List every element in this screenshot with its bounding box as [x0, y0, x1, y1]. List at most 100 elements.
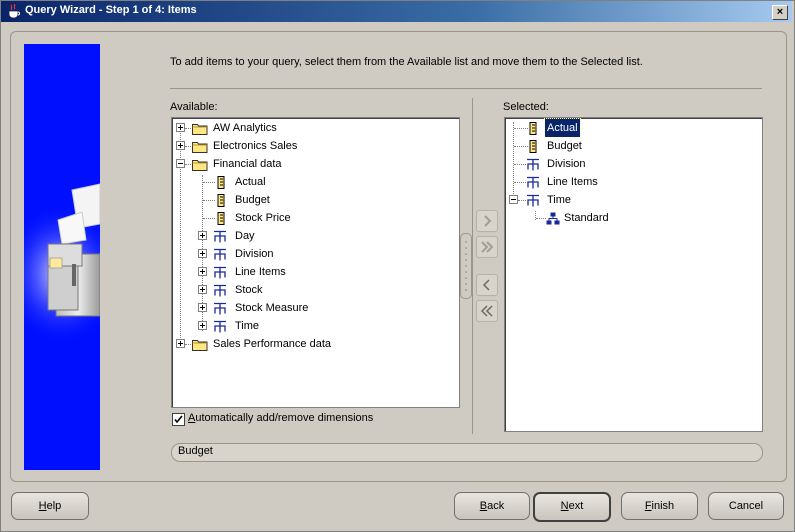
description-text: Budget	[178, 445, 213, 457]
tree-item-label: Actual	[235, 176, 266, 188]
expand-icon[interactable]	[176, 339, 185, 348]
java-cup-icon	[8, 4, 20, 19]
expand-icon[interactable]	[198, 321, 207, 330]
measure-icon	[529, 122, 537, 135]
expand-icon[interactable]	[198, 231, 207, 240]
tree-item-label: Line Items	[235, 266, 286, 278]
tree-item-sales-performance-data[interactable]: Sales Performance data	[172, 335, 457, 353]
tree-item-stock[interactable]: Stock	[172, 281, 457, 299]
selected-tree[interactable]: Actual Budget Division Line Items Time S…	[504, 117, 763, 432]
tree-item-label: Stock Measure	[235, 302, 309, 314]
window-title: Query Wizard - Step 1 of 4: Items	[25, 4, 197, 16]
pane-divider	[472, 98, 473, 434]
auto-dimensions-label: Automatically add/remove dimensions	[188, 412, 373, 424]
tree-item-stock-measure[interactable]: Stock Measure	[172, 299, 457, 317]
label-rest: utomatically add/remove dimensions	[195, 412, 374, 424]
selected-item-time[interactable]: Time	[505, 191, 760, 209]
move-right-button[interactable]	[476, 210, 498, 232]
tree-item-day[interactable]: Day	[172, 227, 457, 245]
selected-item-division[interactable]: Division	[505, 155, 760, 173]
tree-item-label: Stock	[235, 284, 263, 296]
selected-item-standard[interactable]: Standard	[505, 209, 760, 227]
splitter-handle[interactable]	[460, 233, 472, 299]
checkmark-icon	[174, 415, 183, 424]
next-button[interactable]: Next	[533, 492, 611, 522]
move-left-icon	[482, 279, 490, 291]
open-folder-icon	[192, 160, 208, 171]
tree-item-label: Financial data	[213, 158, 282, 170]
grip-dots-icon	[465, 241, 467, 291]
expand-icon[interactable]	[176, 141, 185, 150]
tree-item-actual[interactable]: Actual	[172, 173, 457, 191]
tree-item-budget[interactable]: Budget	[172, 191, 457, 209]
intro-instructions: To add items to your query, select them …	[170, 56, 643, 68]
available-label: Available:	[170, 101, 218, 113]
tree-item-aw-analytics[interactable]: AW Analytics	[172, 119, 457, 137]
tree-item-financial-data[interactable]: Financial data	[172, 155, 457, 173]
expand-icon[interactable]	[198, 303, 207, 312]
tree-item-line-items[interactable]: Line Items	[172, 263, 457, 281]
collapse-icon[interactable]	[176, 159, 185, 168]
move-all-left-icon	[480, 305, 493, 317]
move-all-left-button[interactable]	[476, 300, 498, 322]
expand-icon[interactable]	[198, 285, 207, 294]
selected-item-line-items[interactable]: Line Items	[505, 173, 760, 191]
tree-item-label: Time	[547, 194, 572, 206]
back-button[interactable]: Back	[454, 492, 530, 520]
tree-item-label: Standard	[564, 212, 609, 224]
button-label: ack	[487, 500, 505, 512]
move-all-right-button[interactable]	[476, 236, 498, 258]
tree-item-label: Division	[547, 158, 586, 170]
checkbox-box[interactable]	[172, 413, 185, 426]
file-cabinet-illustration	[24, 183, 100, 344]
hierarchy-icon	[546, 212, 560, 225]
tree-item-label: Time	[235, 320, 260, 332]
close-button[interactable]: ×	[772, 5, 788, 20]
tree-item-division[interactable]: Division	[172, 245, 457, 263]
available-tree[interactable]: AW Analytics Electronics Sales Financial…	[171, 117, 460, 408]
measure-icon	[217, 176, 225, 189]
mnemonic-letter: F	[644, 500, 652, 512]
selected-label: Selected:	[503, 101, 549, 113]
folder-icon	[192, 142, 208, 153]
mnemonic-letter: N	[560, 500, 569, 512]
dimension-icon	[214, 320, 226, 333]
measure-icon	[217, 212, 225, 225]
tree-item-label: Day	[235, 230, 255, 242]
tree-item-stock-price[interactable]: Stock Price	[172, 209, 457, 227]
folder-icon	[192, 340, 208, 351]
finish-button[interactable]: Finish	[621, 492, 698, 520]
tree-item-time[interactable]: Time	[172, 317, 457, 335]
folder-icon	[192, 124, 208, 135]
tree-item-label: Line Items	[547, 176, 598, 188]
dimension-icon	[214, 302, 226, 315]
title-bar: Query Wizard - Step 1 of 4: Items ×	[1, 1, 792, 22]
selected-item-budget[interactable]: Budget	[505, 137, 760, 155]
help-button[interactable]: Help	[11, 492, 89, 520]
expand-icon[interactable]	[198, 249, 207, 258]
button-label: inish	[651, 500, 675, 512]
wizard-banner-image	[24, 44, 100, 470]
tree-item-label: Budget	[235, 194, 270, 206]
move-all-right-icon	[481, 241, 494, 253]
cancel-button[interactable]: Cancel	[708, 492, 784, 520]
tree-item-label: AW Analytics	[213, 122, 277, 134]
move-right-icon	[484, 215, 492, 227]
measure-icon	[217, 194, 225, 207]
dimension-icon	[527, 158, 539, 171]
tree-item-label: Budget	[547, 140, 582, 152]
selected-item-actual[interactable]: Actual	[505, 118, 760, 138]
dimension-icon	[214, 284, 226, 297]
dimension-icon	[214, 248, 226, 261]
expand-icon[interactable]	[176, 123, 185, 132]
tree-item-label: Actual	[544, 118, 581, 138]
collapse-icon[interactable]	[509, 195, 518, 204]
expand-icon[interactable]	[198, 267, 207, 276]
move-left-button[interactable]	[476, 274, 498, 296]
separator	[170, 88, 762, 89]
tree-item-label: Electronics Sales	[213, 140, 298, 152]
dimension-icon	[214, 266, 226, 279]
tree-item-electronics-sales[interactable]: Electronics Sales	[172, 137, 457, 155]
dimension-icon	[527, 194, 539, 207]
dimension-icon	[214, 230, 226, 243]
